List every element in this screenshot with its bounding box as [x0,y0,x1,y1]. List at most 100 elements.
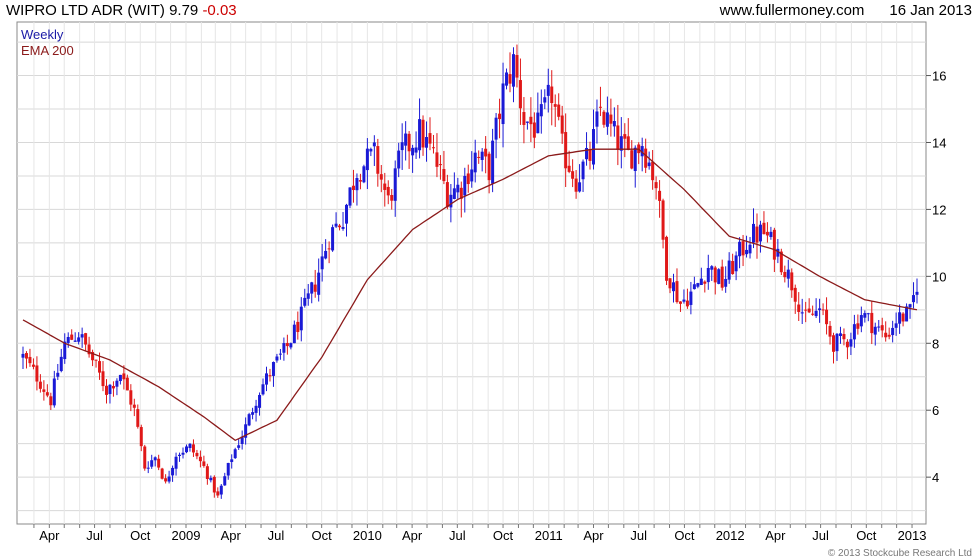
candle-body [894,323,898,328]
candle-body [38,381,42,389]
candle-body [818,308,822,311]
candle-body [313,284,317,292]
candle-body [358,180,362,182]
candle-body [745,249,749,255]
candle-body [804,309,808,311]
candle-body [849,339,853,347]
candle-body [129,390,133,405]
candle-body [24,353,28,359]
candle-body [296,321,300,333]
candle-body [178,454,182,457]
ema-200-line [22,148,918,442]
candle-body [668,278,672,289]
candle-body [449,194,453,208]
candle-body [814,310,818,317]
candle-body [678,301,682,304]
candle-body [866,313,870,315]
candle-body [915,291,919,295]
candle-body [233,449,237,459]
candle-body [522,112,526,125]
candle-body [525,121,529,123]
candle-body [184,446,188,453]
x-tick-label: Jul [812,528,829,543]
candle-body [418,119,422,151]
candle-body [230,459,234,462]
candle-body [160,468,164,479]
candle-body [536,112,540,134]
candle-body [800,312,804,314]
y-axis: 4 6 8 10 12 14 16 [926,69,946,485]
candle-body [345,204,349,224]
candle-body [157,458,161,468]
candle-body [574,178,578,192]
candle-body [404,133,408,146]
candle-body [567,165,571,172]
candle-body [80,334,84,338]
candle-body [171,467,175,476]
candle-body [118,374,122,382]
candle-body [870,312,874,334]
legend-ema-200: EMA 200 [21,43,74,58]
candle-body [511,54,515,87]
candle-body [501,83,505,125]
candle-body [529,116,533,125]
candle-body [268,375,272,377]
candle-body [355,178,359,191]
candle-body [59,356,63,372]
candle-body [905,306,909,322]
candle-body [143,446,147,469]
candle-body [619,136,623,151]
x-axis: Apr Jul Oct 2009 Apr Jul Oct 2010 Apr Jul Oct 2011 A… [33,524,927,543]
candle-body [136,409,140,427]
candle-body [334,223,338,227]
candle-body [553,104,557,107]
candle-body [581,161,585,180]
candle-body [487,153,491,181]
candle-body [685,300,689,307]
candle-body [546,84,550,96]
candle-body [602,111,606,125]
candle-body [720,266,724,288]
candle-body [835,333,839,352]
candle-body [77,337,81,342]
candle-body [470,169,474,182]
candle-body [828,325,832,337]
y-tick-label: 10 [932,269,946,284]
candle-body [578,182,582,192]
y-tick-label: 6 [932,403,939,418]
candle-body [477,156,481,158]
candle-body [630,150,634,169]
candle-body [543,97,547,103]
candle-body [191,444,195,453]
x-tick-label: Oct [493,528,514,543]
candle-body [623,134,627,139]
x-tick-label: 2013 [898,528,927,543]
candle-body [755,226,759,243]
candle-body [271,361,275,376]
candle-body [56,372,60,377]
candle-body [884,332,888,338]
candle-body [675,281,679,303]
candle-body [539,104,543,117]
candle-body [741,241,745,256]
candle-body [150,460,154,467]
candle-body [282,343,286,353]
candle-body [327,248,331,250]
candle-body [289,343,293,348]
legend-weekly: Weekly [21,27,64,42]
candle-body [275,356,279,361]
candle-body [696,283,700,287]
candle-body [188,443,192,449]
x-tick-label: Oct [856,528,877,543]
candle-body [532,122,536,138]
candle-body [665,236,669,281]
candle-body [122,373,126,380]
candle-body [491,140,495,184]
candle-body [762,222,766,235]
candle-body [198,456,202,462]
x-tick-label: Oct [130,528,151,543]
x-tick-label: Apr [221,528,242,543]
candle-body [428,133,432,144]
candle-body [104,385,108,395]
candle-body [372,142,376,147]
